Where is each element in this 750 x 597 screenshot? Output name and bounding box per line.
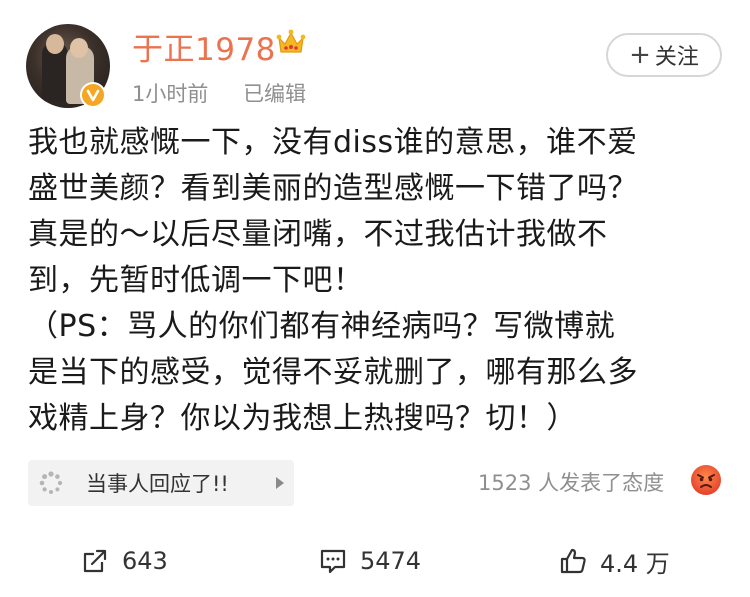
post-meta: 1小时前 已编辑 (132, 78, 334, 108)
post-line: 真是的～以后尽量闭嘴，不过我估计我做不 (28, 217, 608, 252)
edited-label: 已编辑 (243, 82, 307, 106)
attitude-count[interactable]: 1523 人发表了态度 (478, 467, 664, 497)
comment-button[interactable]: 5474 (318, 536, 421, 586)
follow-button-label: 关注 (654, 45, 699, 70)
chevron-right-icon (276, 477, 284, 489)
follow-button[interactable]: + 关注 (606, 33, 722, 77)
angry-emoji-icon[interactable] (690, 464, 722, 496)
avatar-head-left (46, 34, 64, 54)
like-button[interactable]: 4.4 万 (558, 536, 670, 586)
username[interactable]: 于正1978 (132, 24, 276, 69)
topic-link[interactable]: 当事人回应了!! (28, 460, 294, 506)
post-line: 是当下的感受，觉得不妥就删了，哪有那么多 (28, 355, 638, 390)
comment-count: 5474 (360, 547, 422, 575)
post-line: 到，先暂时低调一下吧！ (28, 263, 364, 298)
topic-label: 当事人回应了!! (86, 472, 229, 496)
post-line: 我也就感慨一下，没有diss谁的意思，谁不爱 (28, 125, 638, 160)
post-line: 盛世美颜？看到美丽的造型感慨一下错了吗？ (28, 171, 638, 206)
action-bar: 643 5474 4.4 万 (0, 536, 750, 586)
spinner-icon (39, 471, 63, 494)
post-content: 我也就感慨一下，没有diss谁的意思，谁不爱 盛世美颜？看到美丽的造型感慨一下错… (28, 120, 728, 442)
repost-button[interactable]: 643 (80, 536, 168, 586)
post-time: 1小时前 (132, 82, 209, 106)
crown-icon (276, 29, 306, 53)
avatar-head-right (70, 38, 88, 58)
like-count: 4.4 万 (600, 549, 670, 578)
repost-count: 643 (122, 547, 168, 575)
verified-badge-icon (80, 82, 106, 108)
post-line: （PS：骂人的你们都有神经病吗？写微博就 (28, 309, 616, 344)
thumbs-up-icon (560, 548, 586, 574)
post-line: 戏精上身？你以为我想上热搜吗？切！） (28, 401, 577, 436)
repost-icon (83, 549, 107, 573)
comment-icon (320, 549, 346, 574)
plus-icon: + (629, 40, 651, 70)
